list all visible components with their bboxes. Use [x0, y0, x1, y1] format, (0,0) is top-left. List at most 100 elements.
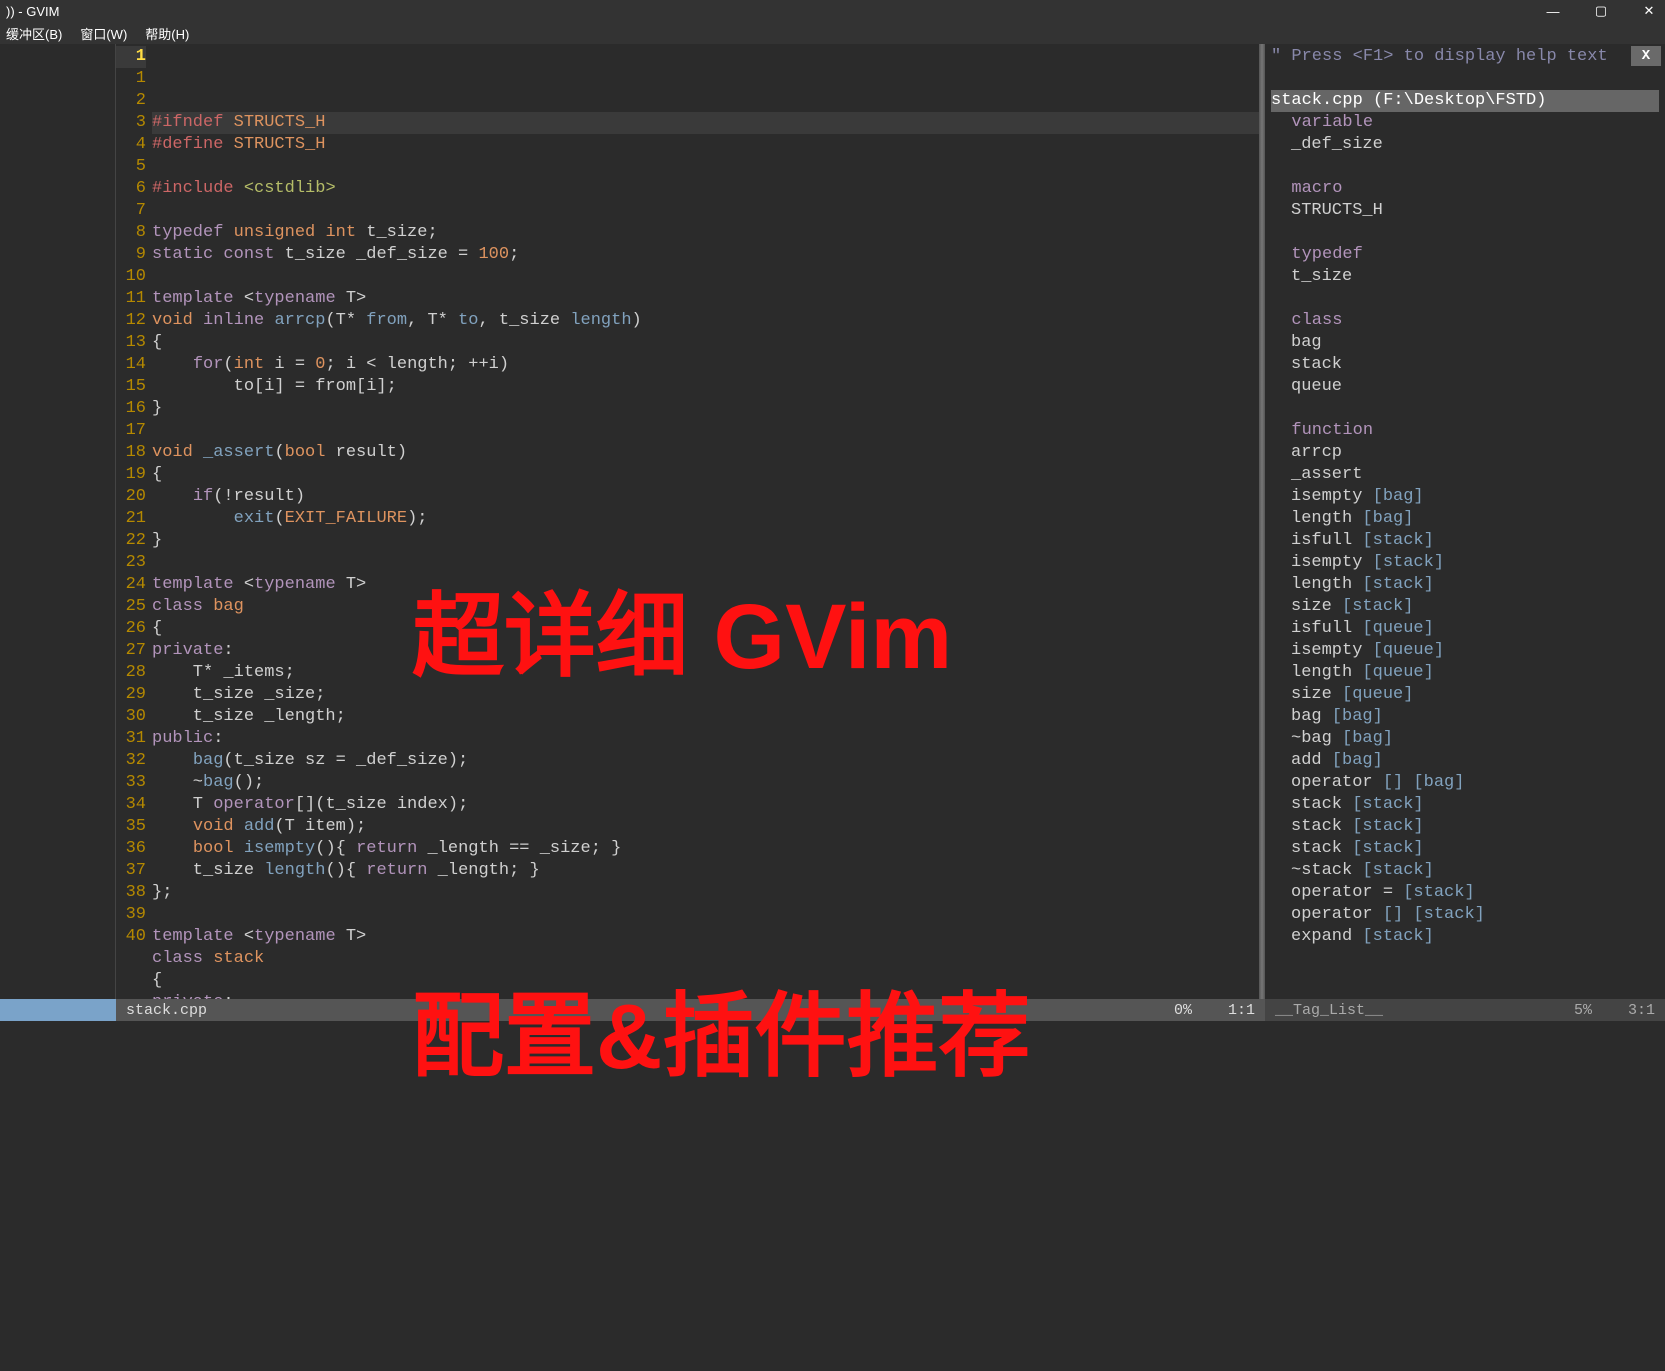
status-tag-percent: 5% [1574, 1002, 1592, 1019]
taglist-item[interactable]: isfull [stack] [1271, 530, 1659, 552]
taglist-item[interactable]: operator [] [bag] [1271, 772, 1659, 794]
taglist-item[interactable]: expand [stack] [1271, 926, 1659, 948]
taglist-item[interactable]: operator [] [stack] [1271, 904, 1659, 926]
line-number: 11 [116, 288, 146, 310]
code-line: #ifndef STRUCTS_H [152, 112, 1259, 134]
status-position: 1:1 [1228, 1002, 1255, 1019]
taglist-item[interactable]: length [stack] [1271, 574, 1659, 596]
taglist-item[interactable]: t_size [1271, 266, 1659, 288]
code-line: class bag [152, 596, 1259, 618]
code-line: { [152, 970, 1259, 992]
status-tag-position: 3:1 [1628, 1002, 1655, 1019]
line-number: 30 [116, 706, 146, 728]
taglist-item[interactable]: stack [stack] [1271, 794, 1659, 816]
code-line: { [152, 332, 1259, 354]
line-number: 27 [116, 640, 146, 662]
code-line: for(int i = 0; i < length; ++i) [152, 354, 1259, 376]
code-line: }; [152, 882, 1259, 904]
titlebar: )) - GVIM — ▢ ✕ [0, 0, 1665, 22]
code-line: class stack [152, 948, 1259, 970]
taglist-header[interactable]: function [1271, 420, 1659, 442]
code-area[interactable]: 超详细 GVim 配置&插件推荐 #ifndef STRUCTS_H#defin… [152, 44, 1259, 1014]
line-number: 20 [116, 486, 146, 508]
code-line: template <typename T> [152, 574, 1259, 596]
taglist-item[interactable]: length [queue] [1271, 662, 1659, 684]
line-number: 6 [116, 178, 146, 200]
taglist-item[interactable]: length [bag] [1271, 508, 1659, 530]
taglist-item[interactable]: STRUCTS_H [1271, 200, 1659, 222]
taglist-item[interactable]: size [stack] [1271, 596, 1659, 618]
taglist-item[interactable]: operator = [stack] [1271, 882, 1659, 904]
taglist-item[interactable]: _def_size [1271, 134, 1659, 156]
line-number: 22 [116, 530, 146, 552]
taglist-item[interactable]: _assert [1271, 464, 1659, 486]
code-line: void inline arrcp(T* from, T* to, t_size… [152, 310, 1259, 332]
line-number: 7 [116, 200, 146, 222]
taglist-item[interactable]: add [bag] [1271, 750, 1659, 772]
line-number: 1 [116, 46, 146, 68]
line-number: 25 [116, 596, 146, 618]
code-line: t_size _size; [152, 684, 1259, 706]
taglist-item[interactable]: stack [1271, 354, 1659, 376]
line-number: 31 [116, 728, 146, 750]
code-line: t_size _length; [152, 706, 1259, 728]
code-line: #include <cstdlib> [152, 178, 1259, 200]
line-number: 12 [116, 310, 146, 332]
code-line: #define STRUCTS_H [152, 134, 1259, 156]
maximize-button[interactable]: ▢ [1591, 1, 1611, 21]
taglist-item[interactable]: isempty [stack] [1271, 552, 1659, 574]
line-number: 35 [116, 816, 146, 838]
taglist-header[interactable]: variable [1271, 112, 1659, 134]
line-number: 32 [116, 750, 146, 772]
tab-close-button[interactable]: X [1631, 46, 1661, 66]
line-number: 14 [116, 354, 146, 376]
menu-windows[interactable]: 窗口(W) [80, 24, 127, 43]
line-number: 4 [116, 134, 146, 156]
code-line: ~bag(); [152, 772, 1259, 794]
line-number: 37 [116, 860, 146, 882]
taglist-item[interactable]: arrcp [1271, 442, 1659, 464]
status-taglist: __Tag_List__ 5% 3:1 [1265, 999, 1665, 1021]
line-number: 5 [116, 156, 146, 178]
line-number: 13 [116, 332, 146, 354]
taglist-item[interactable]: stack [stack] [1271, 816, 1659, 838]
taglist-item[interactable]: queue [1271, 376, 1659, 398]
menubar: 缓冲区(B) 窗口(W) 帮助(H) [0, 22, 1665, 44]
line-number: 40 [116, 926, 146, 948]
taglist-item[interactable]: bag [1271, 332, 1659, 354]
code-line [152, 420, 1259, 442]
line-number: 33 [116, 772, 146, 794]
code-line: T* _items; [152, 662, 1259, 684]
taglist-item[interactable]: isempty [queue] [1271, 640, 1659, 662]
line-number: 1 [116, 68, 146, 90]
line-number: 21 [116, 508, 146, 530]
close-button[interactable]: ✕ [1639, 1, 1659, 21]
editor[interactable]: 1123456789101112131415161718192021222324… [116, 44, 1259, 1014]
code-line: bag(t_size sz = _def_size); [152, 750, 1259, 772]
code-line: t_size length(){ return _length; } [152, 860, 1259, 882]
status-left-pad [0, 999, 116, 1021]
menu-buffers[interactable]: 缓冲区(B) [6, 24, 62, 43]
taglist-item[interactable]: bag [bag] [1271, 706, 1659, 728]
taglist-item[interactable]: ~bag [bag] [1271, 728, 1659, 750]
status-main-file: stack.cpp 0% 1:1 [116, 999, 1265, 1021]
line-number: 39 [116, 904, 146, 926]
menu-help[interactable]: 帮助(H) [145, 24, 189, 43]
taglist-item[interactable]: ~stack [stack] [1271, 860, 1659, 882]
taglist-header[interactable]: macro [1271, 178, 1659, 200]
taglist-item[interactable]: isempty [bag] [1271, 486, 1659, 508]
code-line [152, 200, 1259, 222]
taglist-panel[interactable]: " Press <F1> to display help text stack.… [1265, 44, 1665, 1014]
status-tag-title: __Tag_List__ [1275, 1002, 1383, 1019]
line-number: 36 [116, 838, 146, 860]
minimize-button[interactable]: — [1543, 1, 1563, 21]
taglist-header[interactable]: class [1271, 310, 1659, 332]
taglist-blank [1271, 68, 1659, 90]
taglist-item[interactable]: size [queue] [1271, 684, 1659, 706]
code-line [152, 552, 1259, 574]
line-number: 3 [116, 112, 146, 134]
taglist-item[interactable]: stack [stack] [1271, 838, 1659, 860]
code-line: T operator[](t_size index); [152, 794, 1259, 816]
taglist-item[interactable]: isfull [queue] [1271, 618, 1659, 640]
taglist-header[interactable]: typedef [1271, 244, 1659, 266]
